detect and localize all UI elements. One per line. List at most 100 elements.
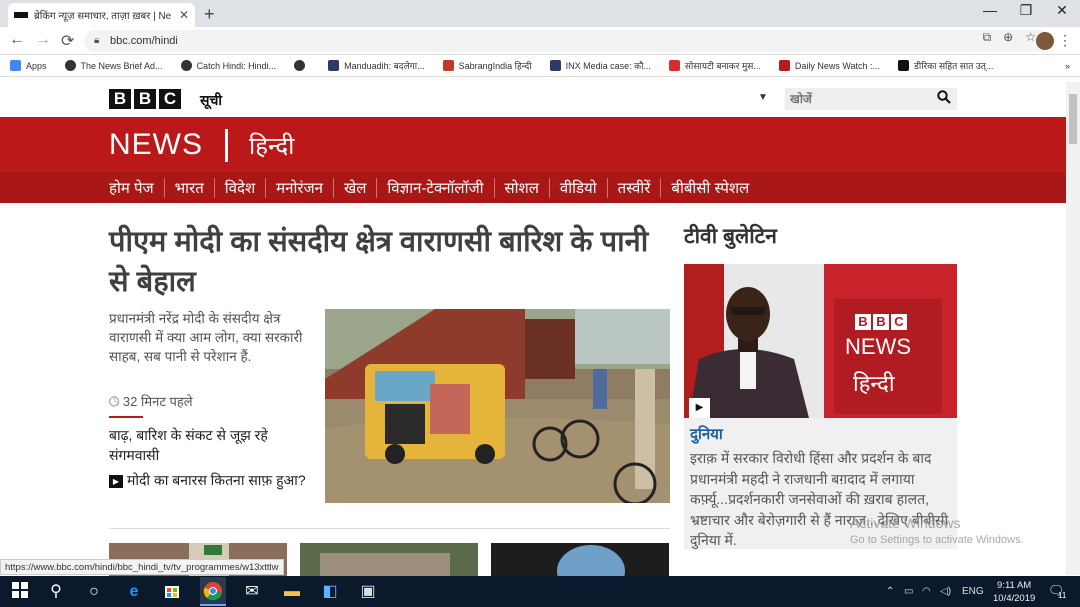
dropdown-arrow-icon[interactable]: ▼	[758, 92, 768, 103]
bookmark-label: Catch Hindi: Hindi...	[196, 60, 277, 71]
story-thumbnail[interactable]	[300, 543, 478, 576]
hindi-wordmark[interactable]: हिन्दी	[249, 129, 294, 162]
scrollbar-thumb[interactable]	[1069, 94, 1077, 144]
globe-icon	[64, 60, 76, 71]
nav-item[interactable]: वीडियो	[548, 178, 607, 198]
section-separator	[109, 528, 670, 529]
forward-arrow-icon[interactable]: →	[35, 31, 51, 49]
bbc-logo-letter: B	[109, 89, 131, 109]
minimize-button[interactable]: —	[980, 2, 1000, 18]
video-play-icon[interactable]: ▶	[689, 398, 710, 418]
site-icon	[668, 60, 680, 71]
bookmark-item[interactable]: सोसायटी बनाकर मुस...	[668, 59, 761, 72]
restore-button[interactable]: ❐	[1016, 2, 1036, 19]
url-text: bbc.com/hindi	[110, 35, 178, 47]
browser-menu-icon[interactable]: ⋮	[1058, 32, 1072, 49]
nav-item[interactable]: मनोरंजन	[265, 178, 333, 198]
tv-bulletin-image[interactable]: B B C NEWS हिन्दी ▶	[684, 264, 957, 418]
wifi-icon[interactable]: ◠	[922, 586, 931, 597]
bookmark-label: The News Brief Ad...	[80, 60, 163, 71]
related-link[interactable]: बाढ़, बारिश के संकट से जूझ रहे संगमवासी	[109, 425, 309, 465]
file-explorer-icon[interactable]: ▬	[282, 582, 302, 602]
address-bar[interactable]: 🔒︎ bbc.com/hindi	[84, 30, 1050, 52]
app-icon[interactable]: ◧	[320, 582, 340, 602]
nav-item[interactable]: भारत	[163, 178, 214, 198]
language-indicator[interactable]: ENG	[962, 586, 984, 597]
section-nav: होम पेज भारत विदेश मनोरंजन खेल विज्ञान-टेक्नॉ…	[0, 172, 1066, 203]
windows-taskbar: ⚲ ○ e ✉ ▬ ◧ ▣ ⌃ ▭ ◠ ◁) ENG 9:11 AM 10/4/…	[0, 576, 1080, 607]
more-bookmarks-button[interactable]: »	[1065, 61, 1070, 71]
clock-icon: 🕒︎	[109, 394, 120, 409]
timestamp-text: 32 मिनट पहले	[122, 394, 193, 409]
browser-tab[interactable]: ब्रेकिंग न्यूज़ समाचार, ताज़ा ख़बर | Ne …	[8, 3, 195, 27]
bookmark-item[interactable]: डीरिका सहित सात उत्...	[898, 59, 993, 72]
bookmark-item[interactable]: SabrangIndia हिन्दी	[442, 59, 532, 72]
bbc-top-bar: B B C सूची ▼	[0, 82, 1066, 116]
task-view-icon[interactable]: ○	[84, 582, 104, 602]
tv-bulletin-heading: टीवी बुलेटिन	[684, 225, 777, 248]
new-tab-button[interactable]: +	[204, 4, 215, 25]
translate-icon[interactable]: ⧉	[983, 30, 992, 45]
lock-icon: 🔒︎	[94, 35, 100, 46]
bookmark-item[interactable]	[294, 60, 310, 71]
battery-icon[interactable]: ▭	[904, 586, 913, 597]
bbc-logo[interactable]: B B C	[109, 89, 181, 109]
bookmark-label: Apps	[26, 60, 47, 71]
bookmark-star-icon[interactable]: ☆	[1025, 30, 1036, 45]
windows-start-icon[interactable]	[10, 582, 30, 602]
mail-icon[interactable]: ✉	[242, 582, 262, 602]
globe-icon	[294, 60, 306, 71]
search-icon[interactable]: ⚲	[46, 582, 66, 602]
bbc-card-logo-letter: B	[873, 314, 889, 330]
system-clock[interactable]: 9:11 AM 10/4/2019	[993, 579, 1035, 605]
link-status-bar: https://www.bbc.com/hindi/bbc_hindi_tv/t…	[0, 559, 284, 575]
site-icon	[898, 60, 910, 71]
reload-icon[interactable]: ⟳	[61, 31, 74, 51]
nav-item[interactable]: होम पेज	[109, 178, 164, 198]
search-icon[interactable]	[937, 90, 951, 107]
browser-toolbar: ← → ⟳ 🔒︎ bbc.com/hindi ⧉ ⊕ ☆ ⋮	[0, 27, 1080, 55]
menu-link[interactable]: सूची	[200, 91, 222, 110]
nav-item[interactable]: विज्ञान-टेक्नॉलॉजी	[376, 178, 493, 198]
volume-icon[interactable]: ◁)	[940, 586, 951, 597]
bookmark-item[interactable]: INX Media case: कौ...	[549, 59, 651, 72]
tv-category-link[interactable]: दुनिया	[690, 424, 723, 444]
bookmark-item[interactable]: Apps	[10, 60, 47, 71]
chrome-icon[interactable]	[200, 577, 226, 606]
timestamp: 🕒︎ 32 मिनट पहले	[109, 392, 193, 410]
story-thumbnail[interactable]	[491, 543, 669, 576]
nav-item[interactable]: सोशल	[493, 178, 549, 198]
nav-item[interactable]: विदेश	[213, 178, 265, 198]
bookmark-item[interactable]: Manduadih: बदलेगा...	[328, 59, 425, 72]
activate-windows-hint: Go to Settings to activate Windows.	[850, 534, 1024, 546]
window-close-button[interactable]: ✕	[1052, 2, 1072, 19]
site-icon	[778, 60, 790, 71]
tv-bulletin-card[interactable]: B B C NEWS हिन्दी ▶ दुनिया इराक़ में सरक…	[684, 264, 957, 549]
news-wordmark[interactable]: NEWS	[109, 128, 203, 162]
bookmark-label: Manduadih: बदलेगा...	[344, 61, 425, 71]
related-video-link[interactable]: ▶ मोदी का बनारस कितना साफ़ हुआ?	[109, 470, 309, 490]
main-headline[interactable]: पीएम मोदी का संसदीय क्षेत्र वाराणसी बारि…	[109, 222, 669, 302]
banner-divider	[225, 129, 228, 162]
tray-chevron-icon[interactable]: ⌃	[886, 586, 894, 597]
edge-icon[interactable]: e	[124, 582, 144, 602]
nav-item[interactable]: खेल	[332, 178, 376, 198]
search-input[interactable]	[785, 88, 925, 110]
bookmark-item[interactable]: Daily News Watch :...	[778, 60, 880, 71]
back-arrow-icon[interactable]: ←	[9, 31, 25, 49]
bookmark-item[interactable]: The News Brief Ad...	[64, 60, 163, 71]
nav-item[interactable]: बीबीसी स्पेशल	[660, 178, 759, 198]
bookmark-item[interactable]: Catch Hindi: Hindi...	[180, 60, 277, 71]
store-icon[interactable]	[162, 582, 182, 602]
nav-item[interactable]: तस्वीरें	[606, 178, 661, 198]
profile-avatar[interactable]	[1036, 32, 1054, 50]
play-icon: ▶	[109, 475, 123, 488]
card-news-text: NEWS	[845, 334, 911, 359]
media-icon[interactable]: ▣	[358, 582, 378, 602]
zoom-icon[interactable]: ⊕	[1003, 30, 1013, 45]
story-summary: प्रधानमंत्री नरेंद्र मोदी के संसदीय क्षे…	[109, 311, 303, 364]
page-scrollbar[interactable]	[1066, 82, 1080, 575]
tab-close-icon[interactable]: ✕	[179, 8, 189, 22]
main-story-image[interactable]	[325, 309, 670, 503]
browser-tab-strip: ब्रेकिंग न्यूज़ समाचार, ताज़ा ख़बर | Ne …	[0, 0, 1080, 27]
